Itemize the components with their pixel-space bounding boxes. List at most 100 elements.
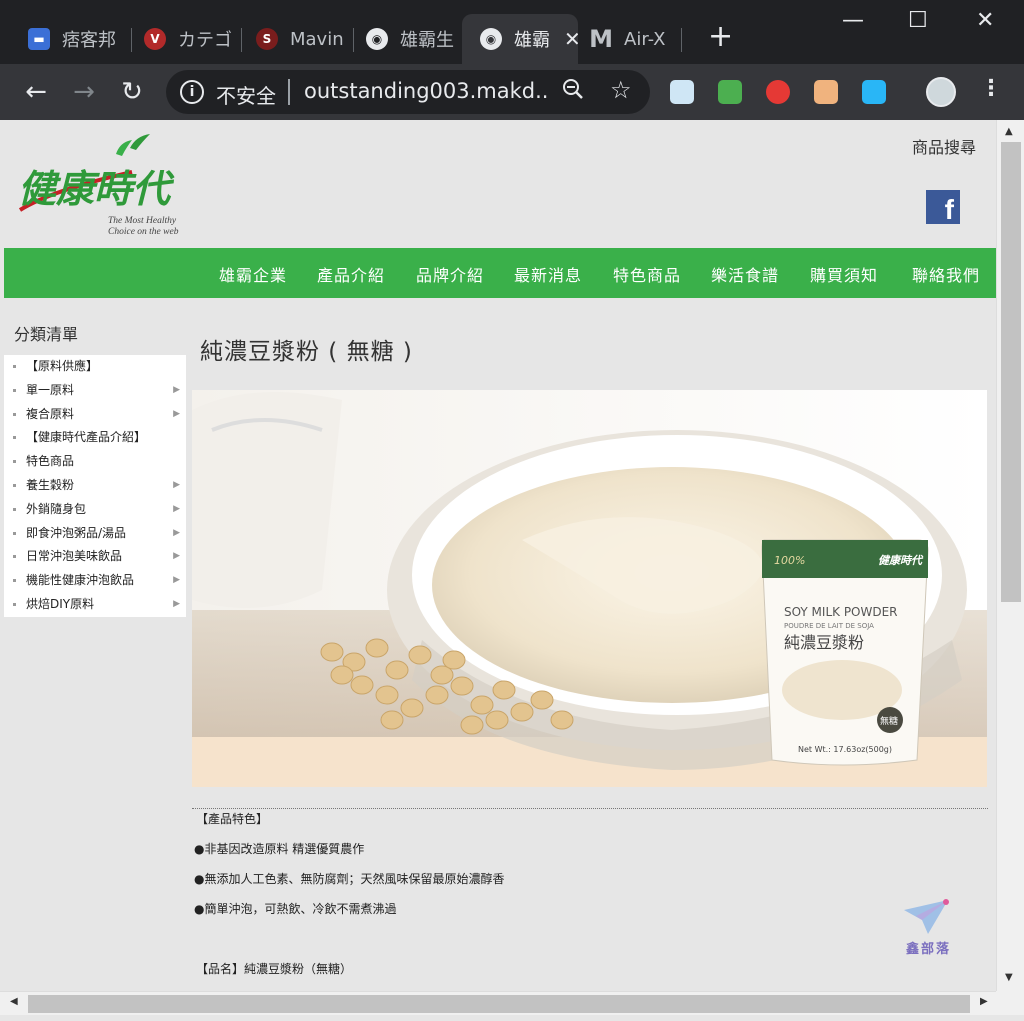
watermark-logo: 鑫部落 (900, 896, 960, 960)
bullet (13, 602, 16, 606)
tab-4[interactable]: ◉ 雄霸生 (348, 14, 462, 64)
extension-colorful-icon[interactable] (766, 80, 790, 104)
facebook-icon[interactable]: f (926, 190, 960, 224)
site-logo[interactable]: 健康時代 The Most Healthy Choice on the web (12, 132, 192, 238)
category-label: 單一原料 (26, 382, 75, 397)
features-divider (192, 808, 988, 811)
scroll-up-arrow-icon[interactable]: ▲ (1005, 126, 1013, 137)
vertical-scrollbar[interactable]: ▲ ▼ (996, 120, 1024, 991)
feature-item: ●簡單沖泡，可熱飲、冷飲不需煮沸過 (194, 902, 397, 916)
chevron-right-icon: ▶ (173, 479, 180, 490)
logo-wordmark: 健康時代 (18, 167, 175, 211)
feature-item: ●無添加人工色素、無防腐劑；天然風味保留最原始濃醇香 (194, 872, 505, 886)
minimize-button[interactable]: — (842, 8, 864, 33)
tab-1[interactable]: ▬ 痞客邦 (10, 14, 132, 64)
horizontal-scrollbar[interactable]: ◀ ▶ (0, 991, 996, 1015)
vertical-scroll-thumb[interactable] (1001, 142, 1021, 602)
forward-button[interactable]: → (66, 74, 102, 110)
category-label: 複合原料 (26, 406, 75, 421)
close-window-button[interactable]: ✕ (976, 8, 994, 33)
nav-company[interactable]: 雄霸企業 (219, 262, 287, 286)
nav-featured[interactable]: 特色商品 (613, 262, 681, 286)
tab-6[interactable]: M Air-X (572, 14, 682, 64)
category-daily-drinks[interactable]: 日常沖泡美味飲品 ▶ (4, 545, 186, 569)
url-text[interactable]: outstanding003.makd... (304, 79, 548, 103)
svg-text:健康時代: 健康時代 (878, 554, 924, 567)
reload-button[interactable]: ↻ (114, 74, 150, 110)
nav-brand[interactable]: 品牌介紹 (416, 262, 484, 286)
features-heading: 【產品特色】 (196, 812, 269, 826)
chevron-right-icon: ▶ (173, 384, 180, 395)
scroll-left-arrow-icon[interactable]: ◀ (10, 996, 18, 1007)
horizontal-scroll-thumb[interactable] (28, 995, 970, 1013)
chevron-right-icon: ▶ (173, 527, 180, 538)
product-package: 100% 健康時代 SOY MILK POWDER POUDRE DE LAIT… (761, 539, 929, 766)
category-label: 【健康時代產品介紹】 (26, 430, 147, 445)
tab-title: 雄霸生 (400, 30, 454, 51)
bookmark-star-icon[interactable]: ☆ (610, 76, 632, 104)
info-icon[interactable]: i (180, 80, 204, 104)
extension-notes-icon[interactable] (670, 80, 694, 104)
web-page: 健康時代 The Most Healthy Choice on the web … (4, 120, 996, 990)
back-button[interactable]: ← (18, 74, 54, 110)
nav-recipes[interactable]: 樂活食譜 (711, 262, 779, 286)
category-single-material[interactable]: 單一原料 ▶ (4, 379, 186, 403)
category-list: 【原料供應】 單一原料 ▶ 複合原料 ▶ 【健康時代產品介紹】 特色商品 養生穀粉 ▶… (4, 355, 186, 617)
bullet (13, 412, 16, 416)
product-name-line: 【品名】純濃豆漿粉（無糖） (196, 962, 353, 976)
tab-2[interactable]: V カテゴ (126, 14, 242, 64)
scroll-right-arrow-icon[interactable]: ▶ (980, 996, 988, 1007)
slogan-line-1: The Most Healthy (108, 216, 177, 226)
chevron-right-icon: ▶ (173, 575, 180, 586)
svg-text:SOY MILK POWDER: SOY MILK POWDER (784, 605, 898, 619)
category-product-intro[interactable]: 【健康時代產品介紹】 (4, 426, 186, 450)
browser-menu-icon[interactable]: ⋮ (980, 76, 1002, 101)
svg-text:Net Wt.: 17.63oz(500g): Net Wt.: 17.63oz(500g) (798, 745, 892, 754)
nav-products[interactable]: 產品介紹 (317, 262, 385, 286)
category-raw-supply[interactable]: 【原料供應】 (4, 355, 186, 379)
chevron-right-icon: ▶ (173, 598, 180, 609)
scrollbar-corner (996, 991, 1024, 1015)
address-bar[interactable]: i 不安全 outstanding003.makd... ☆ (166, 70, 650, 114)
logo-slogan: The Most Healthy Choice on the web (108, 216, 178, 238)
bullet (13, 531, 16, 535)
category-functional-drinks[interactable]: 機能性健康沖泡飲品 ▶ (4, 569, 186, 593)
tab-title: Mavin (290, 28, 344, 50)
chat-icon: ▬ (28, 28, 50, 50)
chevron-right-icon: ▶ (173, 503, 180, 514)
category-label: 養生穀粉 (26, 477, 75, 492)
tab-3[interactable]: S Mavin (238, 14, 354, 64)
paper-plane-icon (904, 899, 949, 934)
profile-avatar[interactable] (926, 77, 956, 107)
nav-contact[interactable]: 聯絡我們 (912, 262, 980, 286)
bullet (13, 365, 16, 368)
product-title: 純濃豆漿粉 ( 無糖 ) (200, 339, 413, 365)
extension-face-icon[interactable] (814, 80, 838, 104)
new-tab-button[interactable]: + (708, 22, 733, 52)
svg-text:純濃豆漿粉: 純濃豆漿粉 (784, 633, 864, 652)
extension-mail-icon[interactable] (718, 80, 742, 104)
scroll-down-arrow-icon[interactable]: ▼ (1005, 972, 1013, 983)
zoom-icon[interactable] (562, 78, 584, 106)
feature-item: ●非基因改造原料 精選優質農作 (194, 842, 365, 856)
category-label: 日常沖泡美味飲品 (26, 549, 123, 564)
extension-arrow-icon[interactable] (862, 80, 886, 104)
category-featured[interactable]: 特色商品 (4, 450, 186, 474)
product-search-link[interactable]: 商品搜尋 (912, 134, 976, 158)
category-label: 外銷隨身包 (26, 501, 87, 516)
category-label: 特色商品 (26, 454, 75, 469)
tab-strip: ▬ 痞客邦 V カテゴ S Mavin ◉ 雄霸生 ◉ 雄霸 ✕ M Air-X… (0, 0, 1024, 64)
security-label[interactable]: 不安全 (216, 80, 276, 109)
category-compound-material[interactable]: 複合原料 ▶ (4, 403, 186, 427)
watermark-text: 鑫部落 (906, 942, 952, 957)
category-export-packs[interactable]: 外銷隨身包 ▶ (4, 498, 186, 522)
category-baking-diy[interactable]: 烘焙DIY原料 ▶ (4, 593, 186, 617)
nav-news[interactable]: 最新消息 (514, 262, 582, 286)
tab-5-active[interactable]: ◉ 雄霸 ✕ (462, 14, 578, 64)
bullet (13, 436, 16, 440)
globe-icon: ◉ (480, 28, 502, 50)
category-grain-powder[interactable]: 養生穀粉 ▶ (4, 474, 186, 498)
category-instant-porridge[interactable]: 即食沖泡粥品/湯品 ▶ (4, 522, 186, 546)
nav-purchase-info[interactable]: 購買須知 (810, 262, 878, 286)
maximize-button[interactable]: ☐ (908, 8, 928, 33)
